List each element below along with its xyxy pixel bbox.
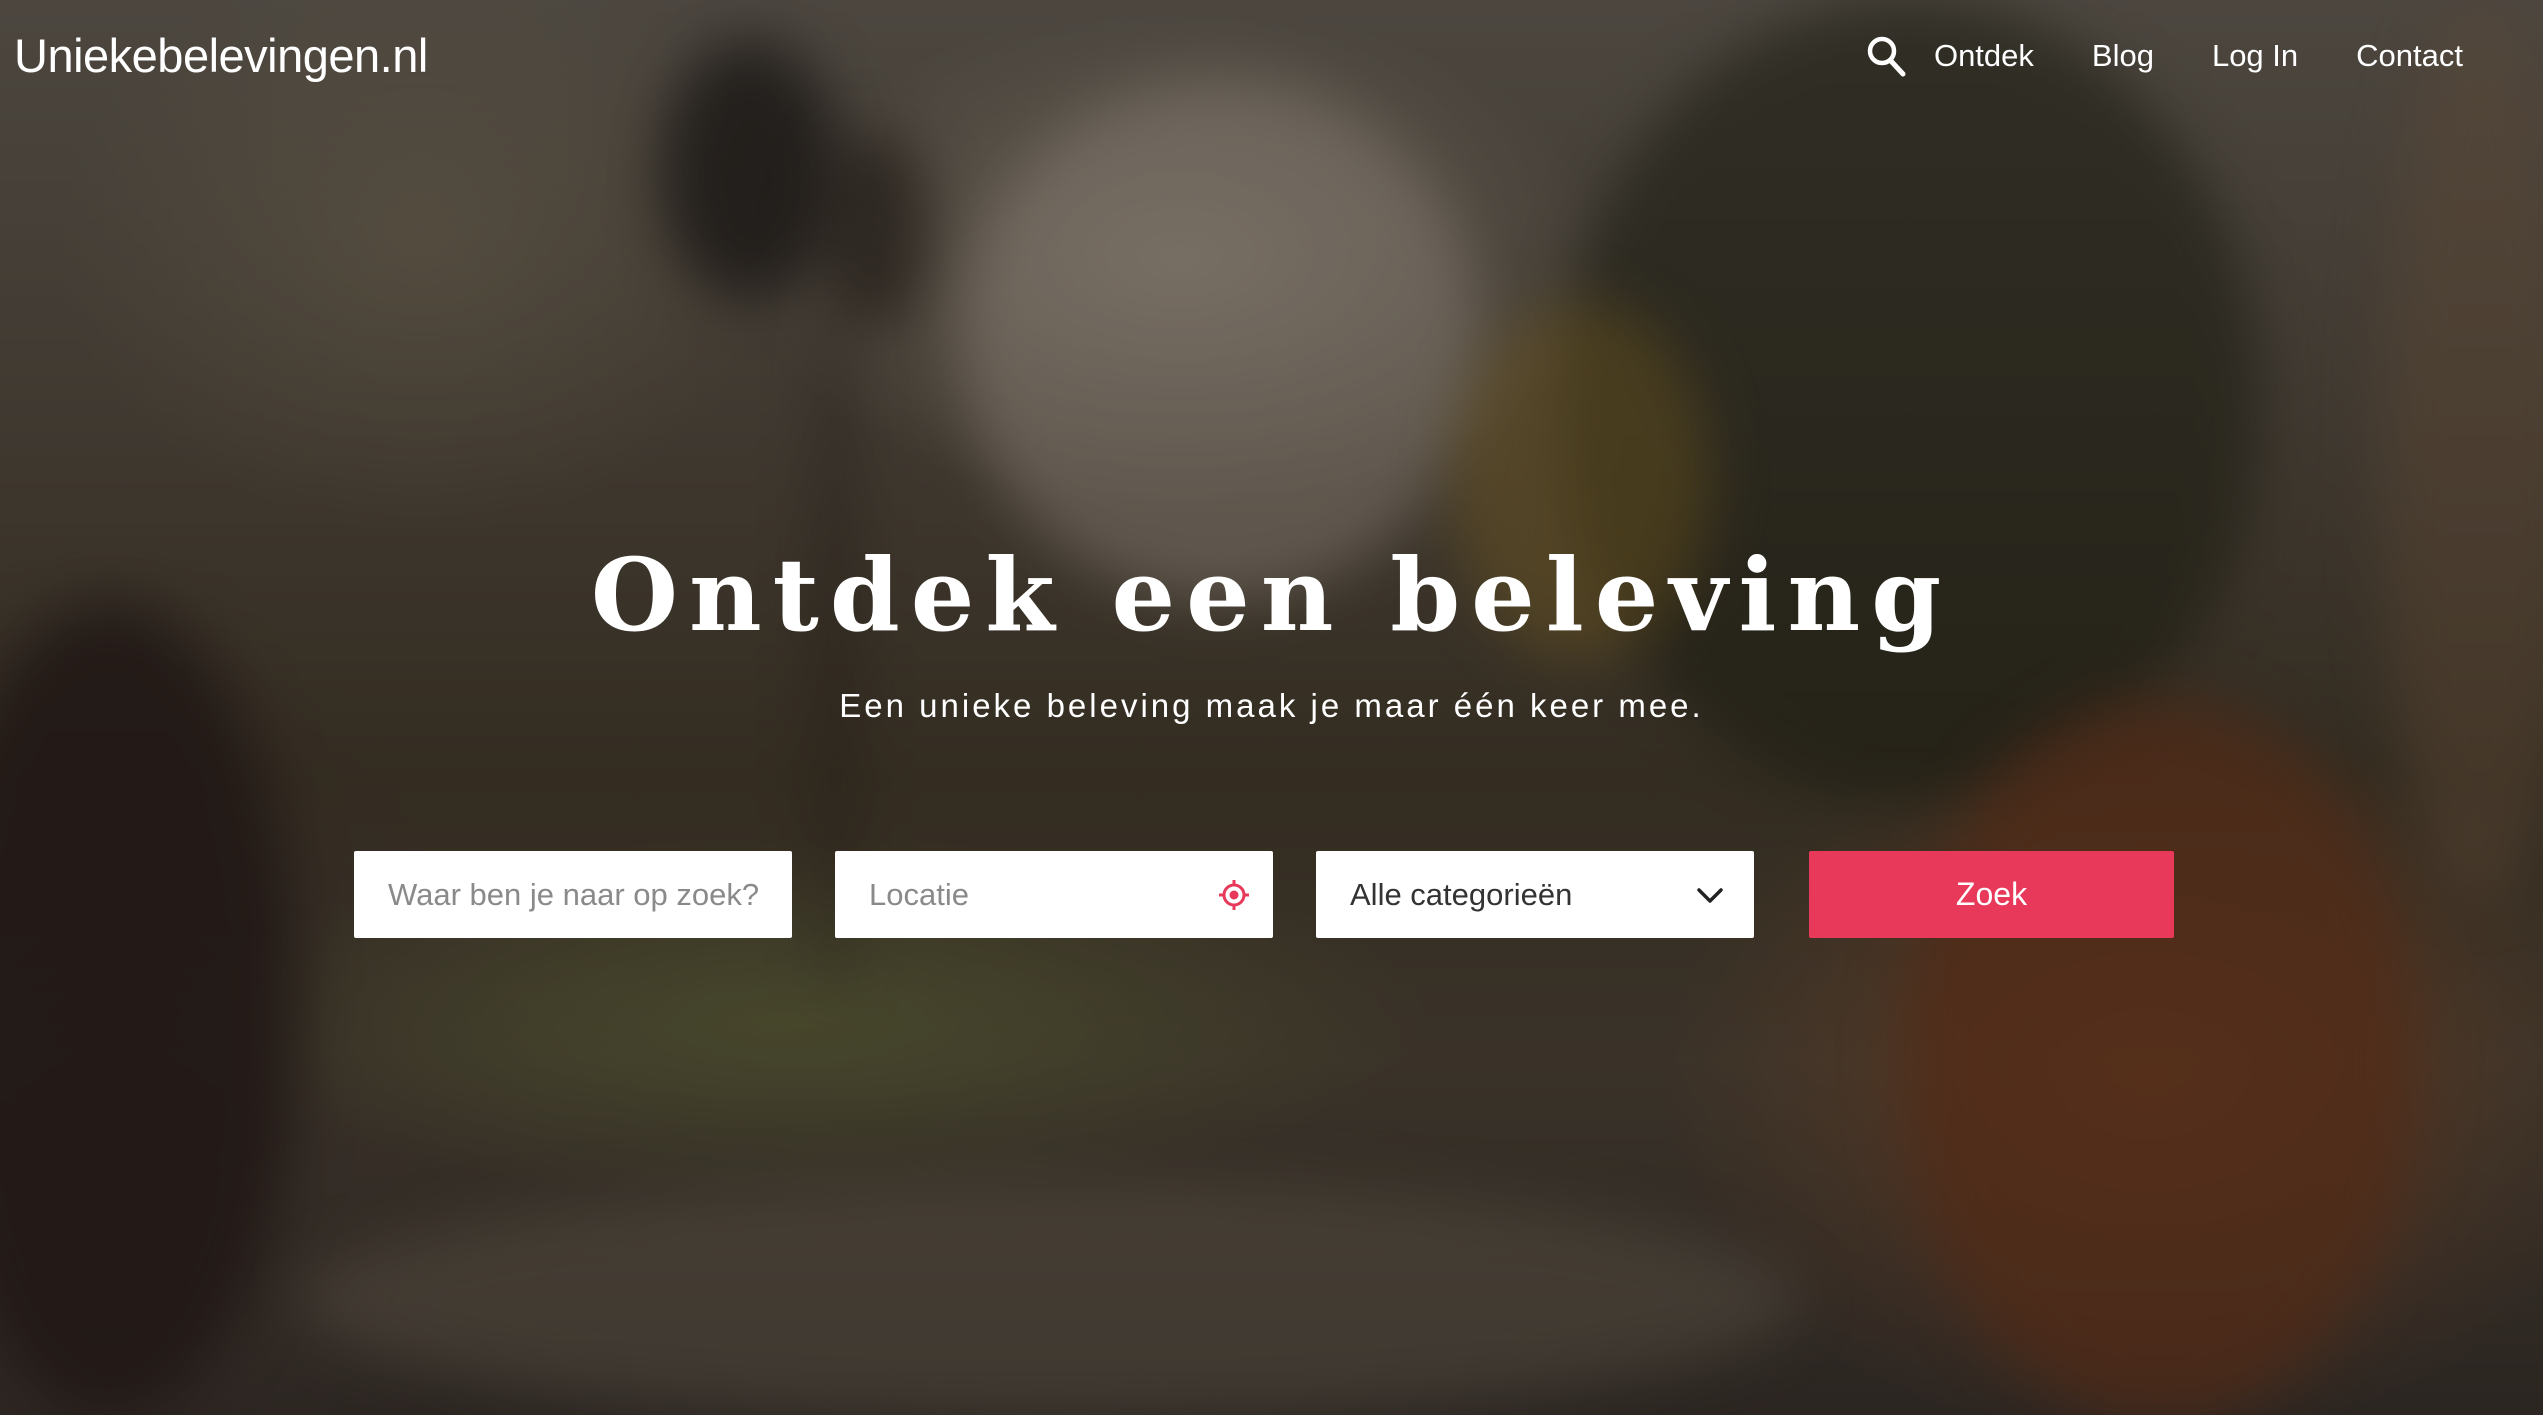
location-field-container [835, 851, 1273, 938]
location-input[interactable] [835, 851, 1273, 938]
nav-link-ontdek[interactable]: Ontdek [1934, 38, 2034, 74]
search-icon [1867, 36, 1906, 77]
hero-title: Ontdek een beleving [590, 536, 1953, 654]
hero-subtitle: Een unieke beleving maak je maar één kee… [839, 687, 1704, 724]
main-nav: Ontdek Blog Log In Contact [1858, 28, 2463, 84]
search-submit-button[interactable]: Zoek [1809, 851, 2174, 938]
what-search-input[interactable] [354, 851, 792, 938]
nav-link-login[interactable]: Log In [2212, 38, 2298, 74]
site-header: Uniekebelevingen.nl Ontdek Blog Log In C… [0, 0, 2543, 115]
what-field-container [354, 851, 792, 938]
nav-search-button[interactable] [1858, 28, 1914, 84]
site-logo[interactable]: Uniekebelevingen.nl [14, 26, 428, 86]
category-select[interactable]: Alle categorieën [1316, 851, 1754, 938]
category-selected-value: Alle categorieën [1350, 877, 1573, 912]
chevron-down-icon [1697, 888, 1723, 903]
nav-link-contact[interactable]: Contact [2356, 38, 2463, 74]
nav-link-blog[interactable]: Blog [2092, 38, 2154, 74]
location-target-icon[interactable] [1217, 878, 1251, 912]
